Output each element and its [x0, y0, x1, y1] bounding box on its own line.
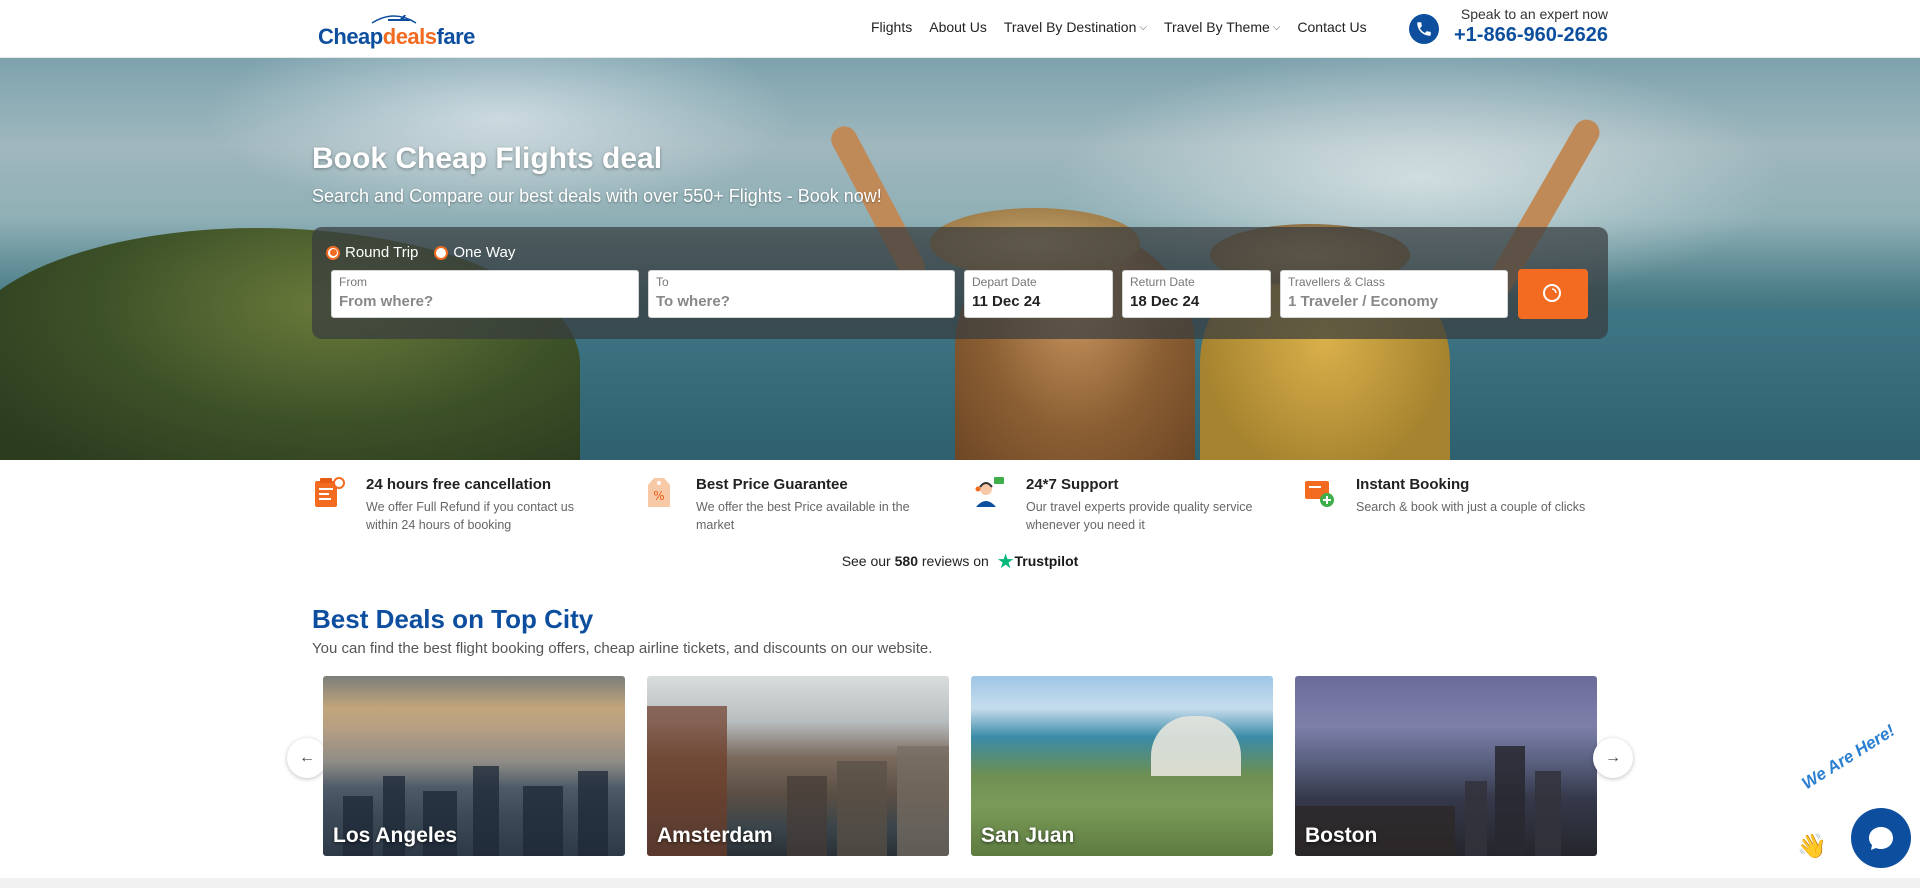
carousel-prev-button[interactable]: ←: [287, 738, 327, 778]
search-button[interactable]: [1518, 269, 1588, 319]
feature-description: Search & book with just a couple of clic…: [1356, 500, 1586, 514]
phone-contact: Speak to an expert now +1-866-960-2626: [1446, 6, 1608, 47]
main-nav: Flights About Us Travel By Destination ⌵ …: [871, 19, 1384, 35]
chevron-down-icon: ⌵: [1272, 21, 1281, 33]
hero-subtitle: Search and Compare our best deals with o…: [312, 186, 882, 206]
feature-description: We offer the best Price available in the…: [696, 500, 910, 532]
cancellation-icon: [315, 477, 345, 507]
canal-building: [837, 761, 887, 856]
return-date-value: 18 Dec 24: [1130, 293, 1200, 310]
from-input[interactable]: [339, 293, 631, 310]
depart-date-field[interactable]: Depart Date 11 Dec 24: [964, 270, 1113, 318]
feature-title: 24*7 Support: [1026, 476, 1119, 493]
city-card-boston[interactable]: Boston: [1295, 676, 1597, 856]
city-name: Boston: [1305, 824, 1378, 847]
travellers-class-field[interactable]: Travellers & Class: [1280, 270, 1508, 318]
chat-greeting: We Are Here!: [1798, 720, 1899, 794]
skyline-building: [473, 766, 499, 856]
feature-description: Our travel experts provide quality servi…: [1026, 500, 1253, 532]
chat-button[interactable]: [1851, 808, 1911, 868]
feature-title: Instant Booking: [1356, 476, 1470, 493]
logo-text: Cheapdealsfare: [318, 24, 475, 49]
skyline-building: [578, 771, 608, 856]
capitol-building: [1151, 716, 1241, 776]
phone-number[interactable]: +1-866-960-2626: [1446, 24, 1608, 47]
trip-type-selector: Round Trip One Way: [326, 244, 515, 261]
city-card-san-juan[interactable]: San Juan: [971, 676, 1273, 856]
canal-building: [787, 776, 827, 856]
city-card-los-angeles[interactable]: Los Angeles: [323, 676, 625, 856]
chevron-down-icon: ⌵: [1139, 21, 1147, 33]
waving-hand-icon: 👋: [1797, 833, 1827, 860]
one-way-radio[interactable]: One Way: [434, 244, 515, 261]
trustpilot-prefix: See our: [841, 553, 891, 569]
city-name: Amsterdam: [657, 824, 773, 847]
to-field[interactable]: To: [648, 270, 955, 318]
canal-building: [897, 746, 949, 856]
chat-widget[interactable]: We Are Here! 👋: [1795, 721, 1920, 888]
skyline-building: [1495, 746, 1525, 856]
support-agent-icon: [975, 477, 1004, 507]
round-trip-radio[interactable]: Round Trip: [326, 244, 418, 261]
features-row: 24 hours free cancellation We offer Full…: [312, 472, 1608, 542]
deals-title: Best Deals on Top City: [312, 604, 594, 634]
return-date-label: Return Date: [1130, 275, 1195, 289]
carousel-next-button[interactable]: →: [1593, 738, 1633, 778]
from-field[interactable]: From: [331, 270, 639, 318]
depart-date-label: Depart Date: [972, 275, 1037, 289]
city-card-amsterdam[interactable]: Amsterdam: [647, 676, 949, 856]
trustpilot-suffix: reviews on: [921, 553, 989, 569]
skyline-building: [1465, 781, 1487, 856]
hero-banner: Book Cheap Flights deal Search and Compa…: [0, 58, 1920, 460]
chat-bubble-icon: [1869, 827, 1893, 850]
phone-icon[interactable]: [1409, 14, 1439, 44]
trustpilot-star-icon: ★: [996, 551, 1015, 573]
trustpilot-widget[interactable]: See our 580 reviews on ★Trustpilot: [0, 549, 1920, 574]
skyline-building: [523, 786, 563, 856]
instant-booking-icon: [1305, 481, 1334, 507]
to-label: To: [656, 275, 669, 289]
radio-icon: [434, 245, 449, 260]
flight-search-form: Round Trip One Way From To Depart Date 1…: [312, 227, 1608, 339]
city-name: San Juan: [981, 824, 1075, 847]
nav-flights[interactable]: Flights: [871, 19, 912, 35]
trustpilot-count: 580: [894, 553, 918, 569]
feature-description: We offer Full Refund if you contact us w…: [366, 500, 574, 532]
site-header: Cheapdealsfare Flights About Us Travel B…: [0, 0, 1920, 58]
radio-selected-icon: [326, 245, 340, 260]
from-label: From: [339, 275, 367, 289]
depart-date-value: 11 Dec 24: [972, 293, 1041, 310]
city-name: Los Angeles: [333, 824, 458, 847]
trustpilot-brand: Trustpilot: [1014, 553, 1079, 569]
feature-title: Best Price Guarantee: [696, 476, 848, 493]
nav-about-us[interactable]: About Us: [929, 19, 987, 35]
section-divider: [0, 878, 1920, 888]
nav-travel-by-destination[interactable]: Travel By Destination ⌵: [1004, 19, 1147, 35]
skyline-building: [1535, 771, 1561, 856]
travellers-class-input[interactable]: [1288, 293, 1500, 310]
price-tag-icon: %: [648, 478, 670, 507]
to-input[interactable]: [656, 293, 947, 310]
nav-contact-us[interactable]: Contact Us: [1297, 19, 1366, 35]
return-date-field[interactable]: Return Date 18 Dec 24: [1122, 270, 1271, 318]
nav-travel-by-theme[interactable]: Travel By Theme ⌵: [1164, 19, 1280, 35]
travellers-class-label: Travellers & Class: [1288, 275, 1385, 289]
hero-title: Book Cheap Flights deal: [312, 142, 663, 175]
logo[interactable]: Cheapdealsfare: [318, 11, 475, 49]
phone-caption: Speak to an expert now: [1460, 6, 1608, 22]
deals-subtitle: You can find the best flight booking off…: [312, 640, 933, 657]
feature-title: 24 hours free cancellation: [366, 476, 552, 493]
svg-text:%: %: [653, 489, 664, 503]
city-deals-carousel: Los Angeles Amsterdam San Juan Boston: [323, 676, 1598, 856]
search-icon: [1543, 284, 1561, 302]
